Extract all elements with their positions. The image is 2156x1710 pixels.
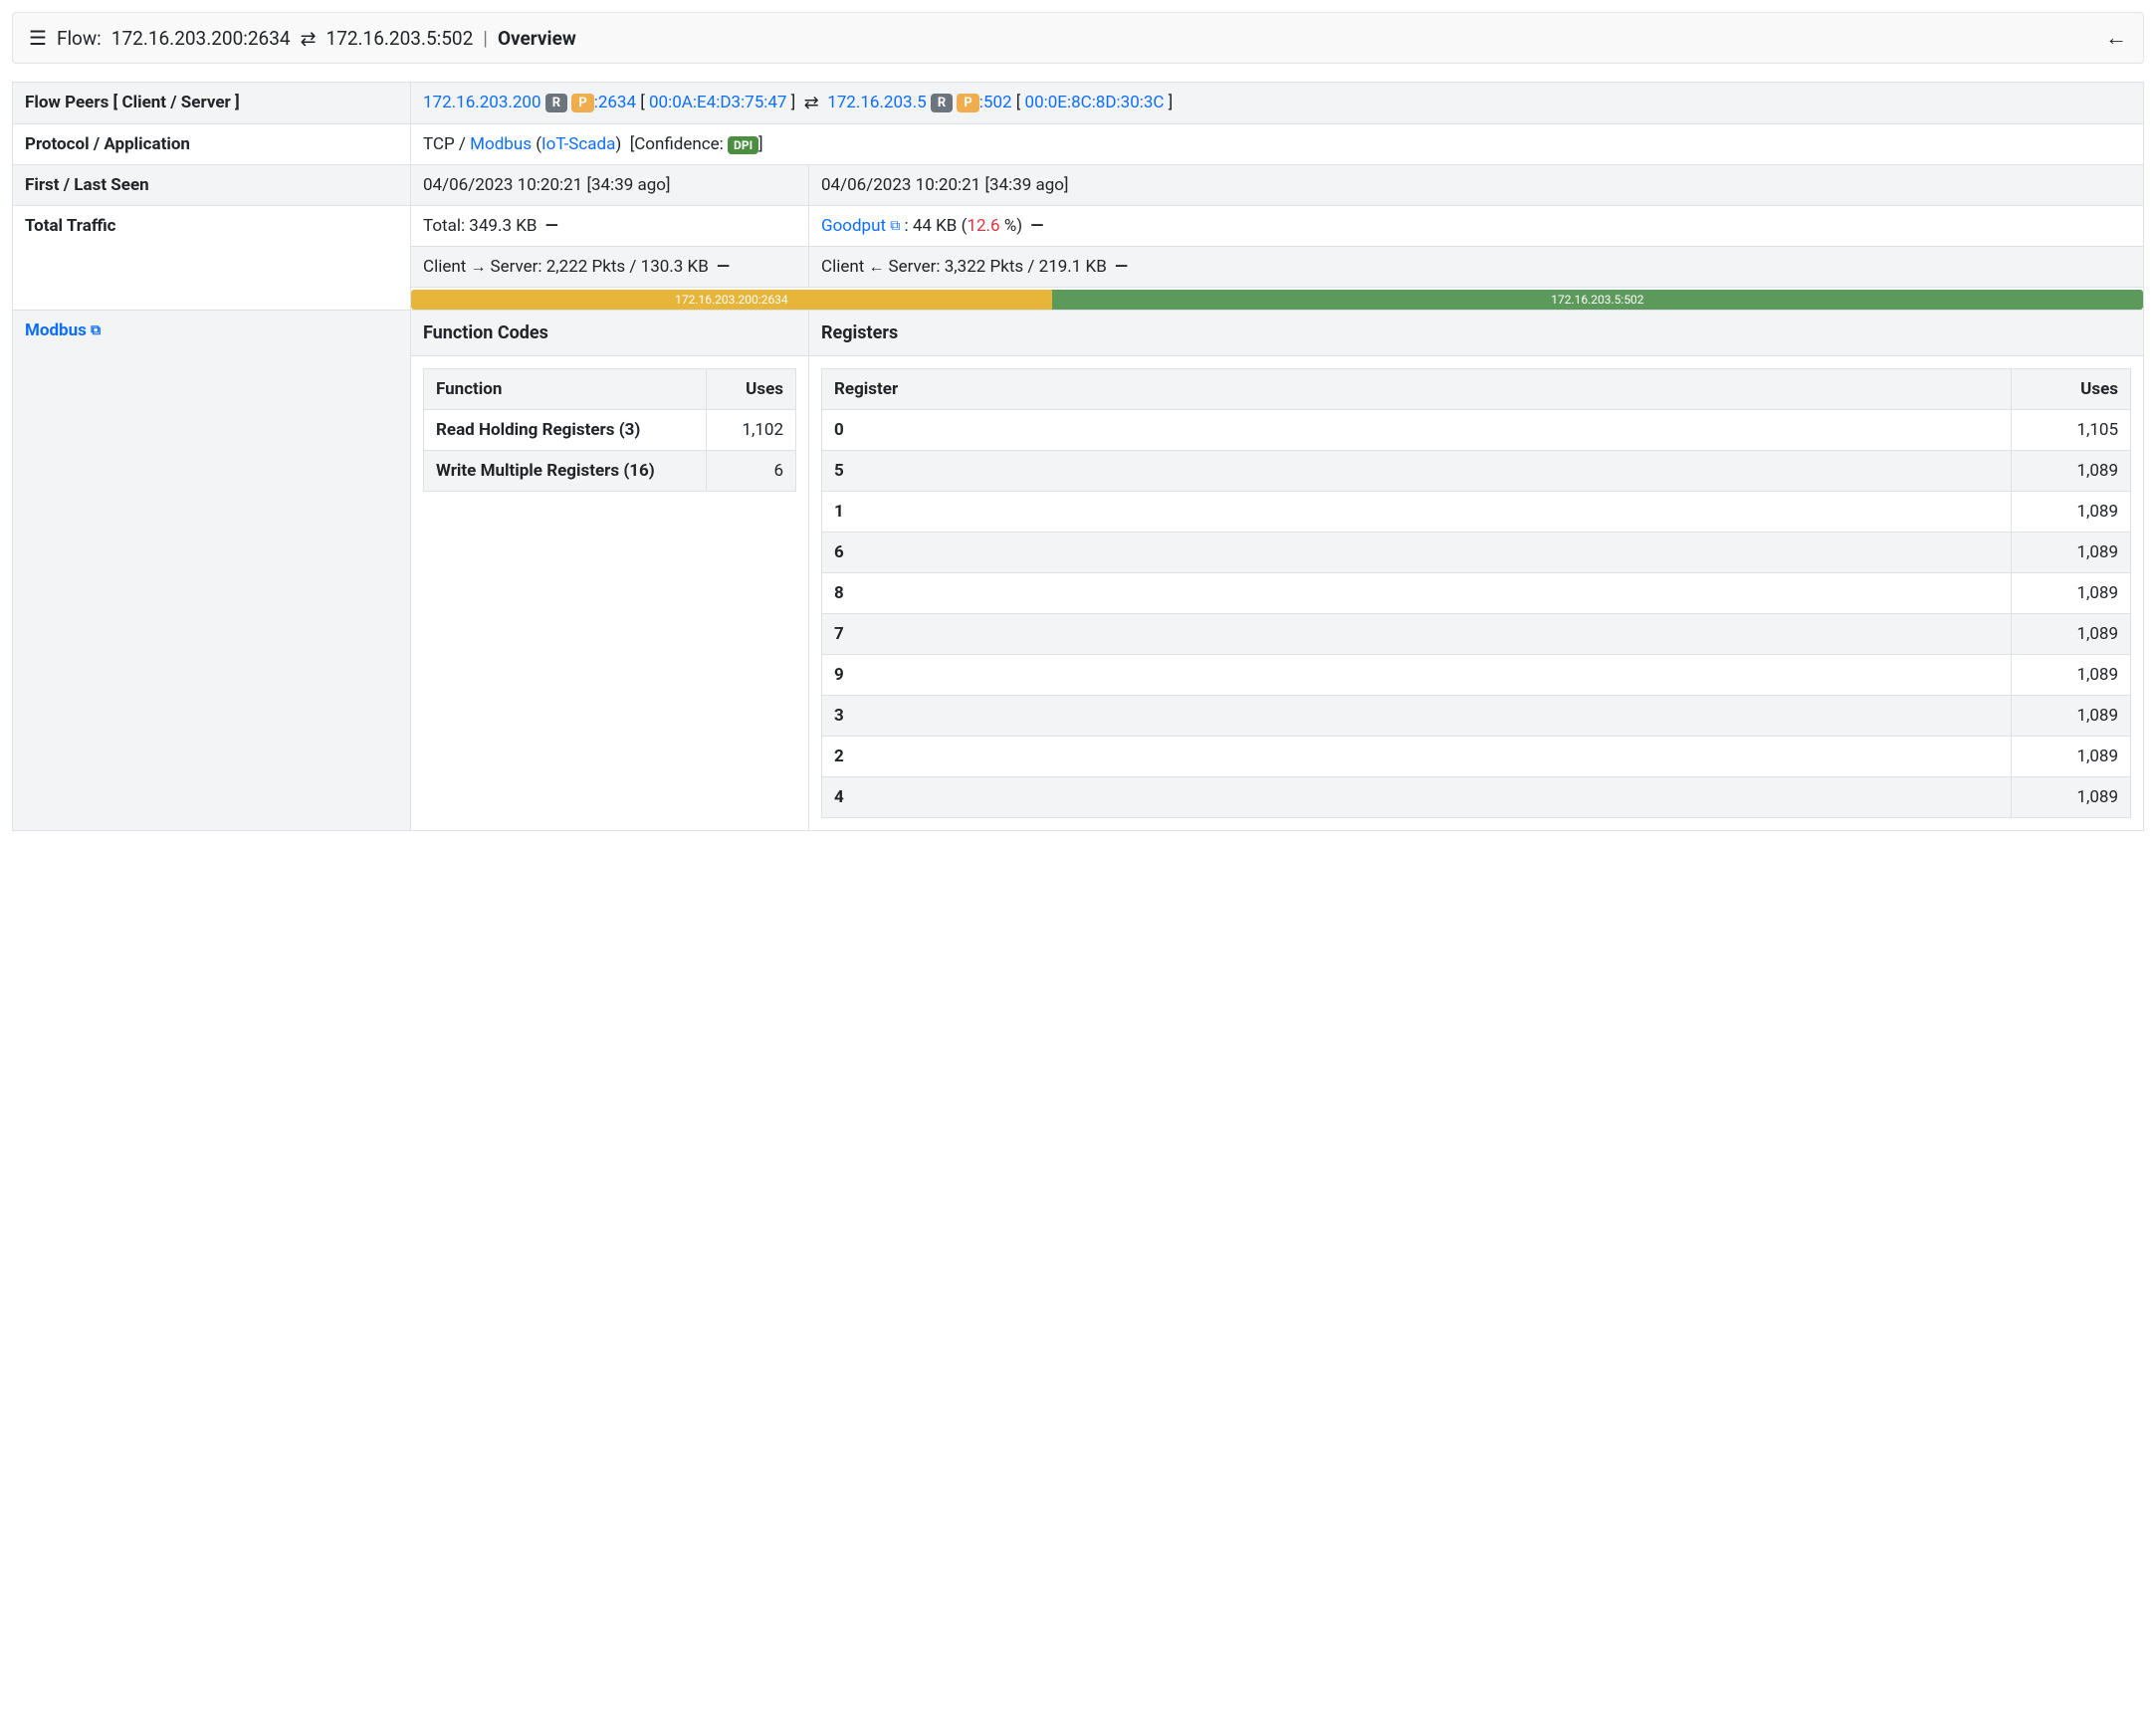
register-uses: 1,089 <box>2012 696 2131 737</box>
badge-r: R <box>931 94 953 112</box>
dash-icon: — <box>1026 216 1043 236</box>
client-mac-link[interactable]: 00:0A:E4:D3:75:47 <box>649 93 786 112</box>
client-port-link[interactable]: :2634 <box>594 93 636 112</box>
goodput-value: : 44 KB ( <box>904 216 967 236</box>
server-to-client: Server: 3,322 Pkts / 219.1 KB <box>888 257 1106 277</box>
server-mac-link[interactable]: 00:0E:8C:8D:30:3C <box>1025 93 1165 112</box>
register-id: 9 <box>822 655 2012 696</box>
register-uses: 1,089 <box>2012 492 2131 533</box>
register-id: 1 <box>822 492 2012 533</box>
table-row: 11,089 <box>822 492 2131 533</box>
client-ip-link[interactable]: 172.16.203.200 <box>423 93 541 112</box>
badge-p: P <box>957 94 978 112</box>
register-uses: 1,089 <box>2012 777 2131 818</box>
register-id: 6 <box>822 533 2012 573</box>
function-name: Read Holding Registers (3) <box>424 410 707 451</box>
first-seen: 04/06/2023 10:20:21 [34:39 ago] <box>411 165 809 206</box>
table-row: Write Multiple Registers (16)6 <box>424 451 796 492</box>
confidence-badge: DPI <box>728 136 758 154</box>
table-row: 91,089 <box>822 655 2131 696</box>
client-endpoint: 172.16.203.200:2634 <box>111 27 291 50</box>
dash-icon: — <box>1111 257 1128 277</box>
traffic-bar: 172.16.203.200:2634 172.16.203.5:502 <box>411 290 2143 310</box>
confidence-label: [Confidence: <box>630 134 724 154</box>
register-uses: 1,089 <box>2012 655 2131 696</box>
flow-label: Flow: <box>57 27 102 50</box>
server-endpoint: 172.16.203.5:502 <box>326 27 474 50</box>
protocol-label: Protocol / Application <box>13 124 411 165</box>
table-row: 81,089 <box>822 573 2131 614</box>
register-uses: 1,089 <box>2012 573 2131 614</box>
bar-client: 172.16.203.200:2634 <box>411 290 1052 310</box>
total-traffic: Total: 349.3 KB <box>423 216 537 236</box>
register-uses: 1,089 <box>2012 451 2131 492</box>
function-codes-title: Function Codes <box>411 311 808 356</box>
arrow-left-icon: ← <box>869 257 889 276</box>
function-codes-table: Function Uses Read Holding Registers (3)… <box>423 368 796 492</box>
table-row: 61,089 <box>822 533 2131 573</box>
table-row: 31,089 <box>822 696 2131 737</box>
external-link-icon: ⧉ <box>91 322 101 338</box>
seen-label: First / Last Seen <box>13 165 411 206</box>
back-arrow-icon[interactable]: ← <box>2105 26 2127 51</box>
badge-r: R <box>545 94 567 112</box>
function-header: Function <box>424 369 707 410</box>
menu-icon[interactable]: ☰ <box>29 28 47 48</box>
register-uses: 1,089 <box>2012 533 2131 573</box>
confidence-close: ] <box>758 134 763 154</box>
uses-header: Uses <box>2012 369 2131 410</box>
goodput-close: %) <box>1004 216 1022 236</box>
tab-overview[interactable]: Overview <box>498 27 576 50</box>
client-prefix: Client <box>821 257 864 277</box>
function-uses: 1,102 <box>707 410 796 451</box>
table-row: 41,089 <box>822 777 2131 818</box>
function-name: Write Multiple Registers (16) <box>424 451 707 492</box>
table-row: 21,089 <box>822 737 2131 777</box>
register-id: 0 <box>822 410 2012 451</box>
modbus-link[interactable]: Modbus ⧉ <box>25 321 101 340</box>
table-row: 01,105 <box>822 410 2131 451</box>
swap-icon: ⇄ <box>301 27 317 50</box>
register-id: 5 <box>822 451 2012 492</box>
traffic-label: Total Traffic <box>13 206 411 311</box>
swap-icon: ⇄ <box>804 93 819 113</box>
dash-icon: — <box>713 257 730 277</box>
uses-header: Uses <box>707 369 796 410</box>
goodput-pct: 12.6 <box>967 216 1003 236</box>
register-uses: 1,089 <box>2012 737 2131 777</box>
page-header: ☰ Flow: 172.16.203.200:2634 ⇄ 172.16.203… <box>12 12 2144 64</box>
register-uses: 1,089 <box>2012 614 2131 655</box>
details-table: Flow Peers [ Client / Server ] 172.16.20… <box>12 82 2144 831</box>
last-seen: 04/06/2023 10:20:21 [34:39 ago] <box>809 165 2144 206</box>
register-id: 2 <box>822 737 2012 777</box>
table-row: Read Holding Registers (3)1,102 <box>424 410 796 451</box>
category-link[interactable]: IoT-Scada <box>541 134 615 154</box>
client-prefix: Client <box>423 257 466 277</box>
registers-title: Registers <box>809 311 2143 356</box>
registers-table: Register Uses 01,10551,08911,08961,08981… <box>821 368 2131 818</box>
goodput-link[interactable]: Goodput ⧉ <box>821 216 900 236</box>
register-header: Register <box>822 369 2012 410</box>
flow-peers-label: Flow Peers [ Client / Server ] <box>13 83 411 124</box>
badge-p: P <box>571 94 593 112</box>
server-ip-link[interactable]: 172.16.203.5 <box>827 93 926 112</box>
register-id: 4 <box>822 777 2012 818</box>
dash-icon: — <box>541 216 558 236</box>
client-to-server: Server: 2,222 Pkts / 130.3 KB <box>490 257 708 277</box>
register-id: 7 <box>822 614 2012 655</box>
server-port-link[interactable]: :502 <box>979 93 1012 112</box>
register-id: 3 <box>822 696 2012 737</box>
register-uses: 1,105 <box>2012 410 2131 451</box>
external-link-icon: ⧉ <box>890 218 900 234</box>
table-row: 51,089 <box>822 451 2131 492</box>
function-uses: 6 <box>707 451 796 492</box>
arrow-right-icon: → <box>471 257 491 276</box>
app-link[interactable]: Modbus <box>470 134 532 154</box>
transport-text: TCP / <box>423 134 466 154</box>
table-row: 71,089 <box>822 614 2131 655</box>
register-id: 8 <box>822 573 2012 614</box>
separator: | <box>483 27 488 50</box>
bar-server: 172.16.203.5:502 <box>1052 290 2143 310</box>
